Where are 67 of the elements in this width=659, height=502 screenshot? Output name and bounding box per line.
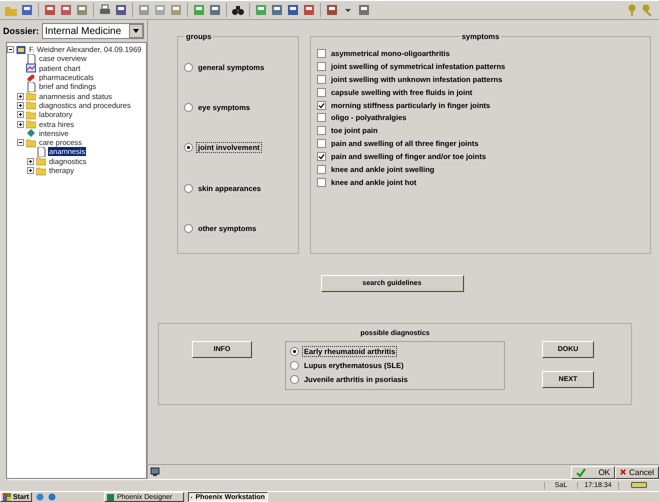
toolbar-icon[interactable]: [192, 3, 206, 17]
checkbox[interactable]: [317, 88, 326, 97]
folder-icon: [26, 91, 36, 102]
dossier-dropdown[interactable]: Internal Medicine: [42, 23, 144, 39]
dropdown-arrow-icon: [133, 29, 139, 33]
dossier-label: Dossier:: [3, 26, 40, 36]
checkbox[interactable]: [317, 74, 326, 84]
screen-icon[interactable]: [150, 467, 160, 477]
printer-icon[interactable]: [98, 3, 112, 17]
document-icon: [26, 82, 36, 92]
document-icon: [36, 146, 46, 157]
cancel-button[interactable]: Cancel: [615, 466, 659, 478]
radio-button[interactable]: [184, 103, 193, 112]
toolbar-icon[interactable]: [114, 3, 128, 17]
folder-icon: [26, 119, 36, 130]
radio-button[interactable]: [290, 375, 299, 384]
toolbar-icon[interactable]: [286, 3, 300, 17]
collapse-icon[interactable]: [17, 139, 24, 146]
chart-icon: [26, 63, 36, 74]
toolbar-icon[interactable]: [270, 3, 284, 17]
radio-button[interactable]: [290, 347, 299, 356]
diamond-icon: [26, 128, 36, 138]
ok-button[interactable]: OK: [571, 466, 615, 478]
collapse-icon[interactable]: [7, 46, 14, 54]
toolbar-icon[interactable]: [59, 3, 73, 17]
radio-button[interactable]: [184, 184, 193, 193]
windows-logo-icon: [3, 493, 11, 501]
radio-button[interactable]: [290, 361, 299, 370]
expand-icon[interactable]: [17, 111, 24, 118]
toolbar-icon[interactable]: [208, 3, 222, 17]
checkbox[interactable]: [317, 62, 326, 71]
expand-icon[interactable]: [27, 167, 34, 174]
radio-button[interactable]: [184, 224, 193, 234]
expand-icon[interactable]: [17, 102, 24, 109]
document-icon: [26, 54, 36, 64]
toolbar-icon[interactable]: [20, 3, 34, 17]
folder-icon: [26, 100, 36, 110]
binoculars-icon[interactable]: [231, 3, 245, 17]
checkbox[interactable]: [317, 178, 326, 187]
toolbar-icon[interactable]: [302, 3, 316, 17]
close-icon: [620, 468, 626, 476]
checkbox[interactable]: [317, 113, 326, 122]
radio-button[interactable]: [184, 62, 193, 72]
expand-icon[interactable]: [17, 120, 24, 128]
pills-icon: [26, 72, 36, 83]
checkmark-icon: [576, 468, 586, 476]
folder-icon: [36, 166, 46, 176]
expand-icon[interactable]: [17, 92, 24, 100]
toolbar-icon[interactable]: [75, 3, 89, 17]
checkbox[interactable]: [317, 152, 326, 162]
folder-icon: [26, 110, 36, 120]
toolbar-icon[interactable]: [254, 3, 268, 17]
toolbar-icon[interactable]: [325, 3, 339, 17]
app-icon: [106, 494, 114, 500]
radio-button[interactable]: [184, 143, 193, 152]
folder-icon: [26, 138, 36, 148]
toolbar-icon[interactable]: [357, 3, 371, 17]
patient-card-icon: [16, 44, 26, 55]
checkbox[interactable]: [317, 48, 326, 58]
checkbox[interactable]: [317, 100, 326, 110]
expand-icon[interactable]: [27, 158, 34, 165]
toolbar-icon[interactable]: [43, 3, 57, 17]
checkbox[interactable]: [317, 139, 326, 148]
folder-icon: [36, 156, 46, 166]
battery-icon: [631, 482, 647, 488]
checkbox[interactable]: [317, 164, 326, 174]
checkbox[interactable]: [317, 126, 326, 136]
